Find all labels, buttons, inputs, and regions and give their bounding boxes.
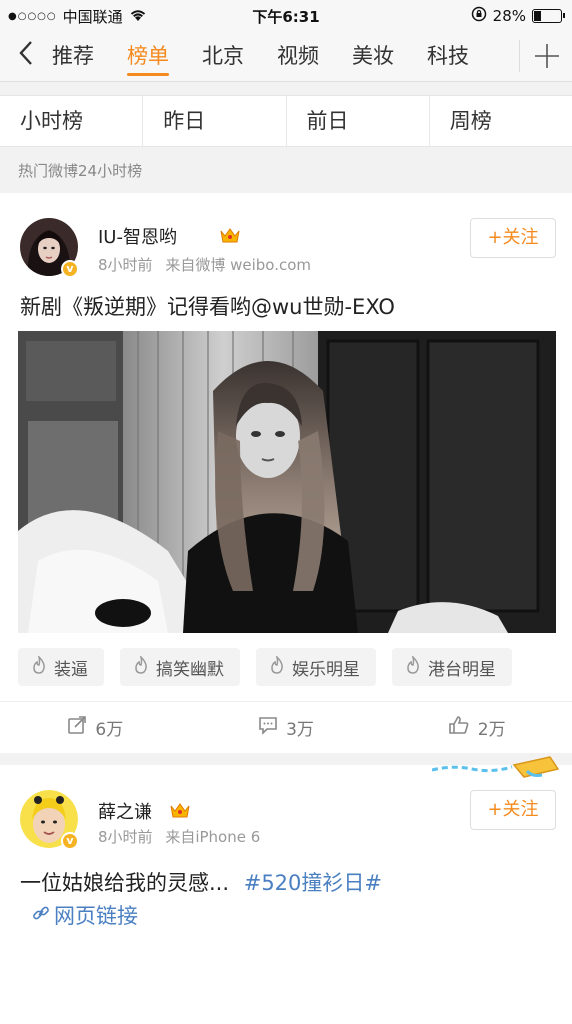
- battery-percent: 28%: [492, 7, 526, 25]
- tag-label: 娱乐明星: [292, 659, 360, 680]
- post-card[interactable]: v IU-智恩哟 8小时前 来自微博 weibo.com +关注 新剧《叛逆期》…: [0, 193, 572, 753]
- user-name[interactable]: 薛之谦: [98, 798, 152, 824]
- verified-badge-icon: v: [61, 832, 79, 850]
- post-text: 一位姑娘给我的灵感... #520撞衫日#: [20, 867, 382, 897]
- post-actions: 6万 3万 2万: [0, 701, 572, 753]
- status-bar: ●○○○○ 中国联通 下午6:31 28%: [0, 0, 572, 30]
- repost-button[interactable]: 6万: [0, 702, 191, 753]
- ranking-period-tabs: 小时榜 昨日 前日 周榜: [0, 95, 572, 147]
- battery-fill: [534, 11, 542, 21]
- decoration-icon: [431, 755, 572, 785]
- back-icon[interactable]: [14, 40, 38, 73]
- follow-button[interactable]: +关注: [470, 218, 556, 258]
- tag-list: 装逼 搞笑幽默 娱乐明星 港台明星: [18, 648, 512, 686]
- comment-icon: [258, 715, 278, 740]
- user-name[interactable]: IU-智恩哟: [98, 223, 177, 249]
- tag-label: 港台明星: [428, 659, 496, 680]
- crown-icon: [220, 227, 240, 243]
- tab-beijing[interactable]: 北京: [202, 30, 244, 82]
- battery-icon: [532, 9, 565, 23]
- fire-icon: [134, 654, 148, 679]
- like-button[interactable]: 2万: [381, 702, 572, 753]
- subtab-hourly[interactable]: 小时榜: [0, 96, 144, 146]
- tab-beauty[interactable]: 美妆: [352, 30, 394, 82]
- crown-icon: [170, 802, 190, 818]
- comment-button[interactable]: 3万: [191, 702, 382, 753]
- post-time: 8小时前: [98, 256, 153, 274]
- subtab-weekly[interactable]: 周榜: [430, 96, 572, 146]
- post-card[interactable]: v 薛之谦 8小时前 来自iPhone 6 +关注 一位姑娘给我的灵感... #…: [0, 756, 572, 1024]
- channel-bar: 推荐 榜单 北京 视频 美妆 科技: [0, 30, 572, 82]
- add-channel-icon[interactable]: [534, 36, 560, 84]
- tab-tech[interactable]: 科技: [427, 30, 469, 82]
- tab-recommend[interactable]: 推荐: [52, 30, 94, 82]
- tag-chip[interactable]: 娱乐明星: [256, 648, 376, 686]
- fire-icon: [406, 654, 420, 679]
- rotation-lock-icon: [471, 6, 487, 26]
- section-label: 热门微博24小时榜: [18, 162, 143, 180]
- post-body: 一位姑娘给我的灵感...: [20, 871, 230, 895]
- post-text: 新剧《叛逆期》记得看哟@wu世勋-EXO: [20, 295, 395, 319]
- repost-icon: [67, 715, 87, 740]
- tag-chip[interactable]: 港台明星: [392, 648, 512, 686]
- link-icon: [32, 903, 50, 927]
- tab-video[interactable]: 视频: [277, 30, 319, 82]
- post-source: 来自iPhone 6: [165, 828, 261, 846]
- repost-count: 6万: [95, 720, 124, 740]
- fire-icon: [32, 654, 46, 679]
- post-source: 来自微博 weibo.com: [165, 256, 311, 274]
- like-count: 2万: [477, 720, 506, 740]
- channel-tabs: 推荐 榜单 北京 视频 美妆 科技: [52, 30, 518, 82]
- subtab-day-before[interactable]: 前日: [287, 96, 430, 146]
- topic-link[interactable]: #520撞衫日#: [244, 871, 382, 895]
- tag-label: 装逼: [54, 659, 88, 680]
- thumbs-up-icon: [448, 715, 470, 740]
- tag-label: 搞笑幽默: [156, 659, 224, 680]
- divider: [519, 40, 520, 72]
- web-link[interactable]: 网页链接: [32, 900, 138, 930]
- link-label: 网页链接: [54, 904, 138, 928]
- post-image[interactable]: [18, 331, 556, 633]
- tab-ranking[interactable]: 榜单: [127, 30, 169, 82]
- tag-chip[interactable]: 搞笑幽默: [120, 648, 240, 686]
- tag-chip[interactable]: 装逼: [18, 648, 104, 686]
- post-time: 8小时前: [98, 828, 153, 846]
- verified-badge-icon: v: [61, 260, 79, 278]
- follow-button[interactable]: +关注: [470, 790, 556, 830]
- subtab-yesterday[interactable]: 昨日: [143, 96, 287, 146]
- fire-icon: [270, 654, 284, 679]
- comment-count: 3万: [286, 720, 314, 740]
